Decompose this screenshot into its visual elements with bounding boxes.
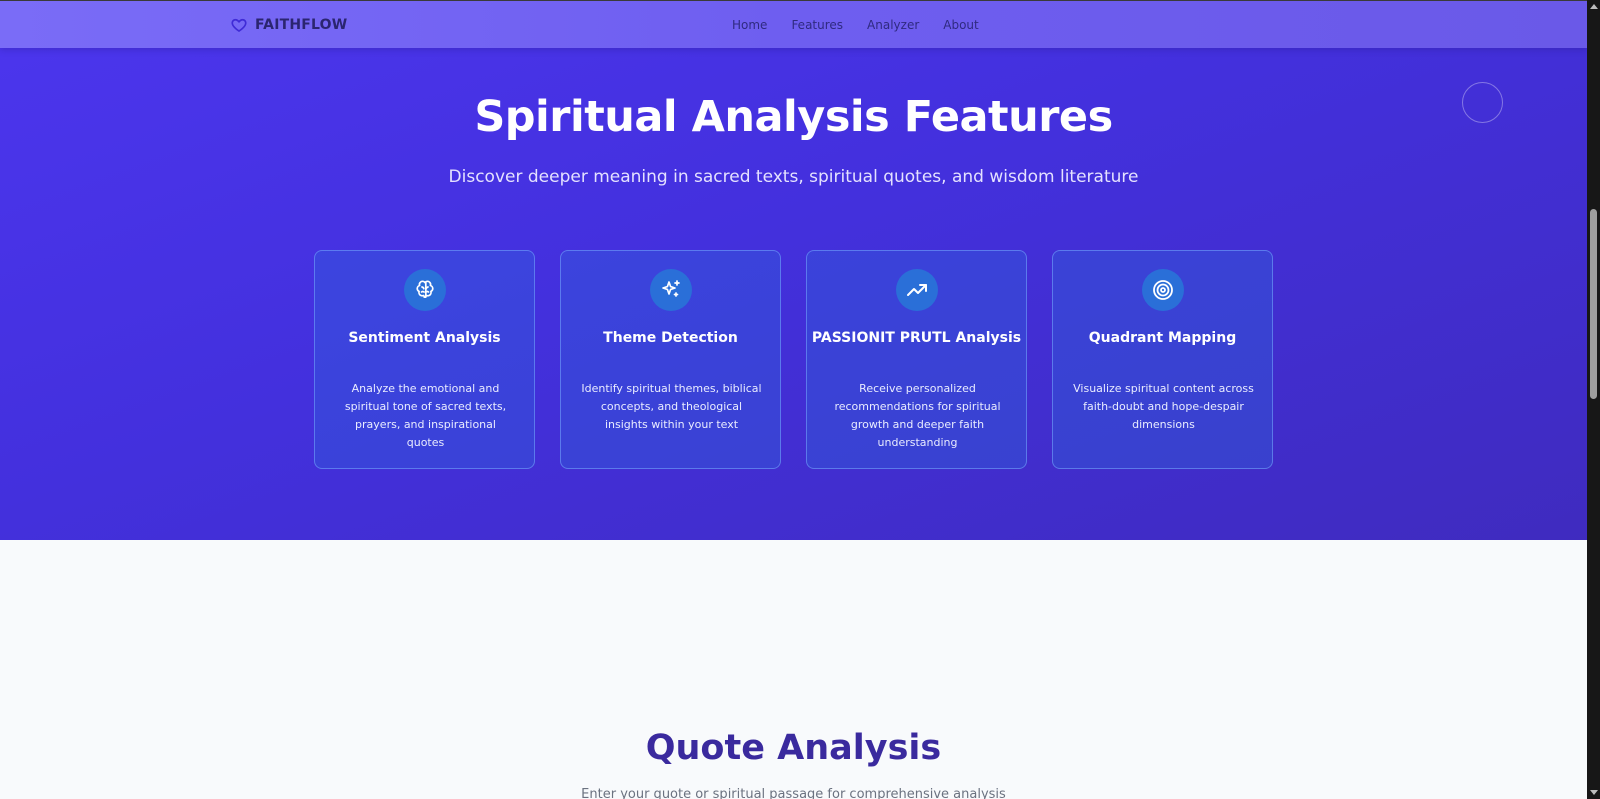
scroll-down-arrow-icon[interactable] <box>1587 786 1600 799</box>
nav-link-features[interactable]: Features <box>791 18 843 32</box>
card-description: Identify spiritual themes, biblical conc… <box>581 382 762 431</box>
quote-analysis-subtitle: Enter your quote or spiritual passage fo… <box>581 787 1006 799</box>
heart-icon <box>231 18 247 32</box>
page-title: Spiritual Analysis Features <box>474 92 1113 142</box>
features-hero: Spiritual Analysis Features Discover dee… <box>0 0 1587 540</box>
feature-card-passionit-prutl-analysis[interactable]: PASSIONIT PRUTL Analysis Receive persona… <box>806 250 1027 469</box>
sparkles-icon <box>650 269 692 311</box>
brain-icon <box>404 269 446 311</box>
nav-link-home[interactable]: Home <box>732 18 767 32</box>
nav-links: Home Features Analyzer About <box>732 18 1003 32</box>
top-navbar: FAITHFLOW Home Features Analyzer About <box>0 0 1587 48</box>
card-description: Analyze the emotional and spiritual tone… <box>344 382 507 449</box>
feature-cards: Sentiment Analysis Analyze the emotional… <box>314 250 1273 469</box>
quote-analysis-title: Quote Analysis <box>645 728 942 768</box>
brand-logo[interactable]: FAITHFLOW <box>230 16 347 34</box>
page-scrollbar[interactable] <box>1587 0 1600 799</box>
card-title: PASSIONIT PRUTL Analysis <box>811 330 1022 346</box>
card-title: Theme Detection <box>603 330 738 346</box>
nav-link-about[interactable]: About <box>943 18 978 32</box>
feature-card-theme-detection[interactable]: Theme Detection Identify spiritual theme… <box>560 250 781 469</box>
nav-link-analyzer[interactable]: Analyzer <box>867 18 919 32</box>
scrollbar-thumb[interactable] <box>1590 209 1597 399</box>
card-title: Quadrant Mapping <box>1088 330 1237 346</box>
scroll-up-arrow-icon[interactable] <box>1587 0 1600 13</box>
card-description: Visualize spiritual content across faith… <box>1073 382 1254 431</box>
trending-up-icon <box>896 269 938 311</box>
hero-subtitle: Discover deeper meaning in sacred texts,… <box>448 167 1139 187</box>
card-description: Receive personalized recommendations for… <box>834 382 1001 449</box>
card-title: Sentiment Analysis <box>348 330 501 346</box>
brand-name: FAITHFLOW <box>255 17 348 33</box>
feature-card-sentiment-analysis[interactable]: Sentiment Analysis Analyze the emotional… <box>314 250 535 469</box>
page-viewport: Spiritual Analysis Features Discover dee… <box>0 0 1587 799</box>
target-icon <box>1142 269 1184 311</box>
feature-card-quadrant-mapping[interactable]: Quadrant Mapping Visualize spiritual con… <box>1052 250 1273 469</box>
